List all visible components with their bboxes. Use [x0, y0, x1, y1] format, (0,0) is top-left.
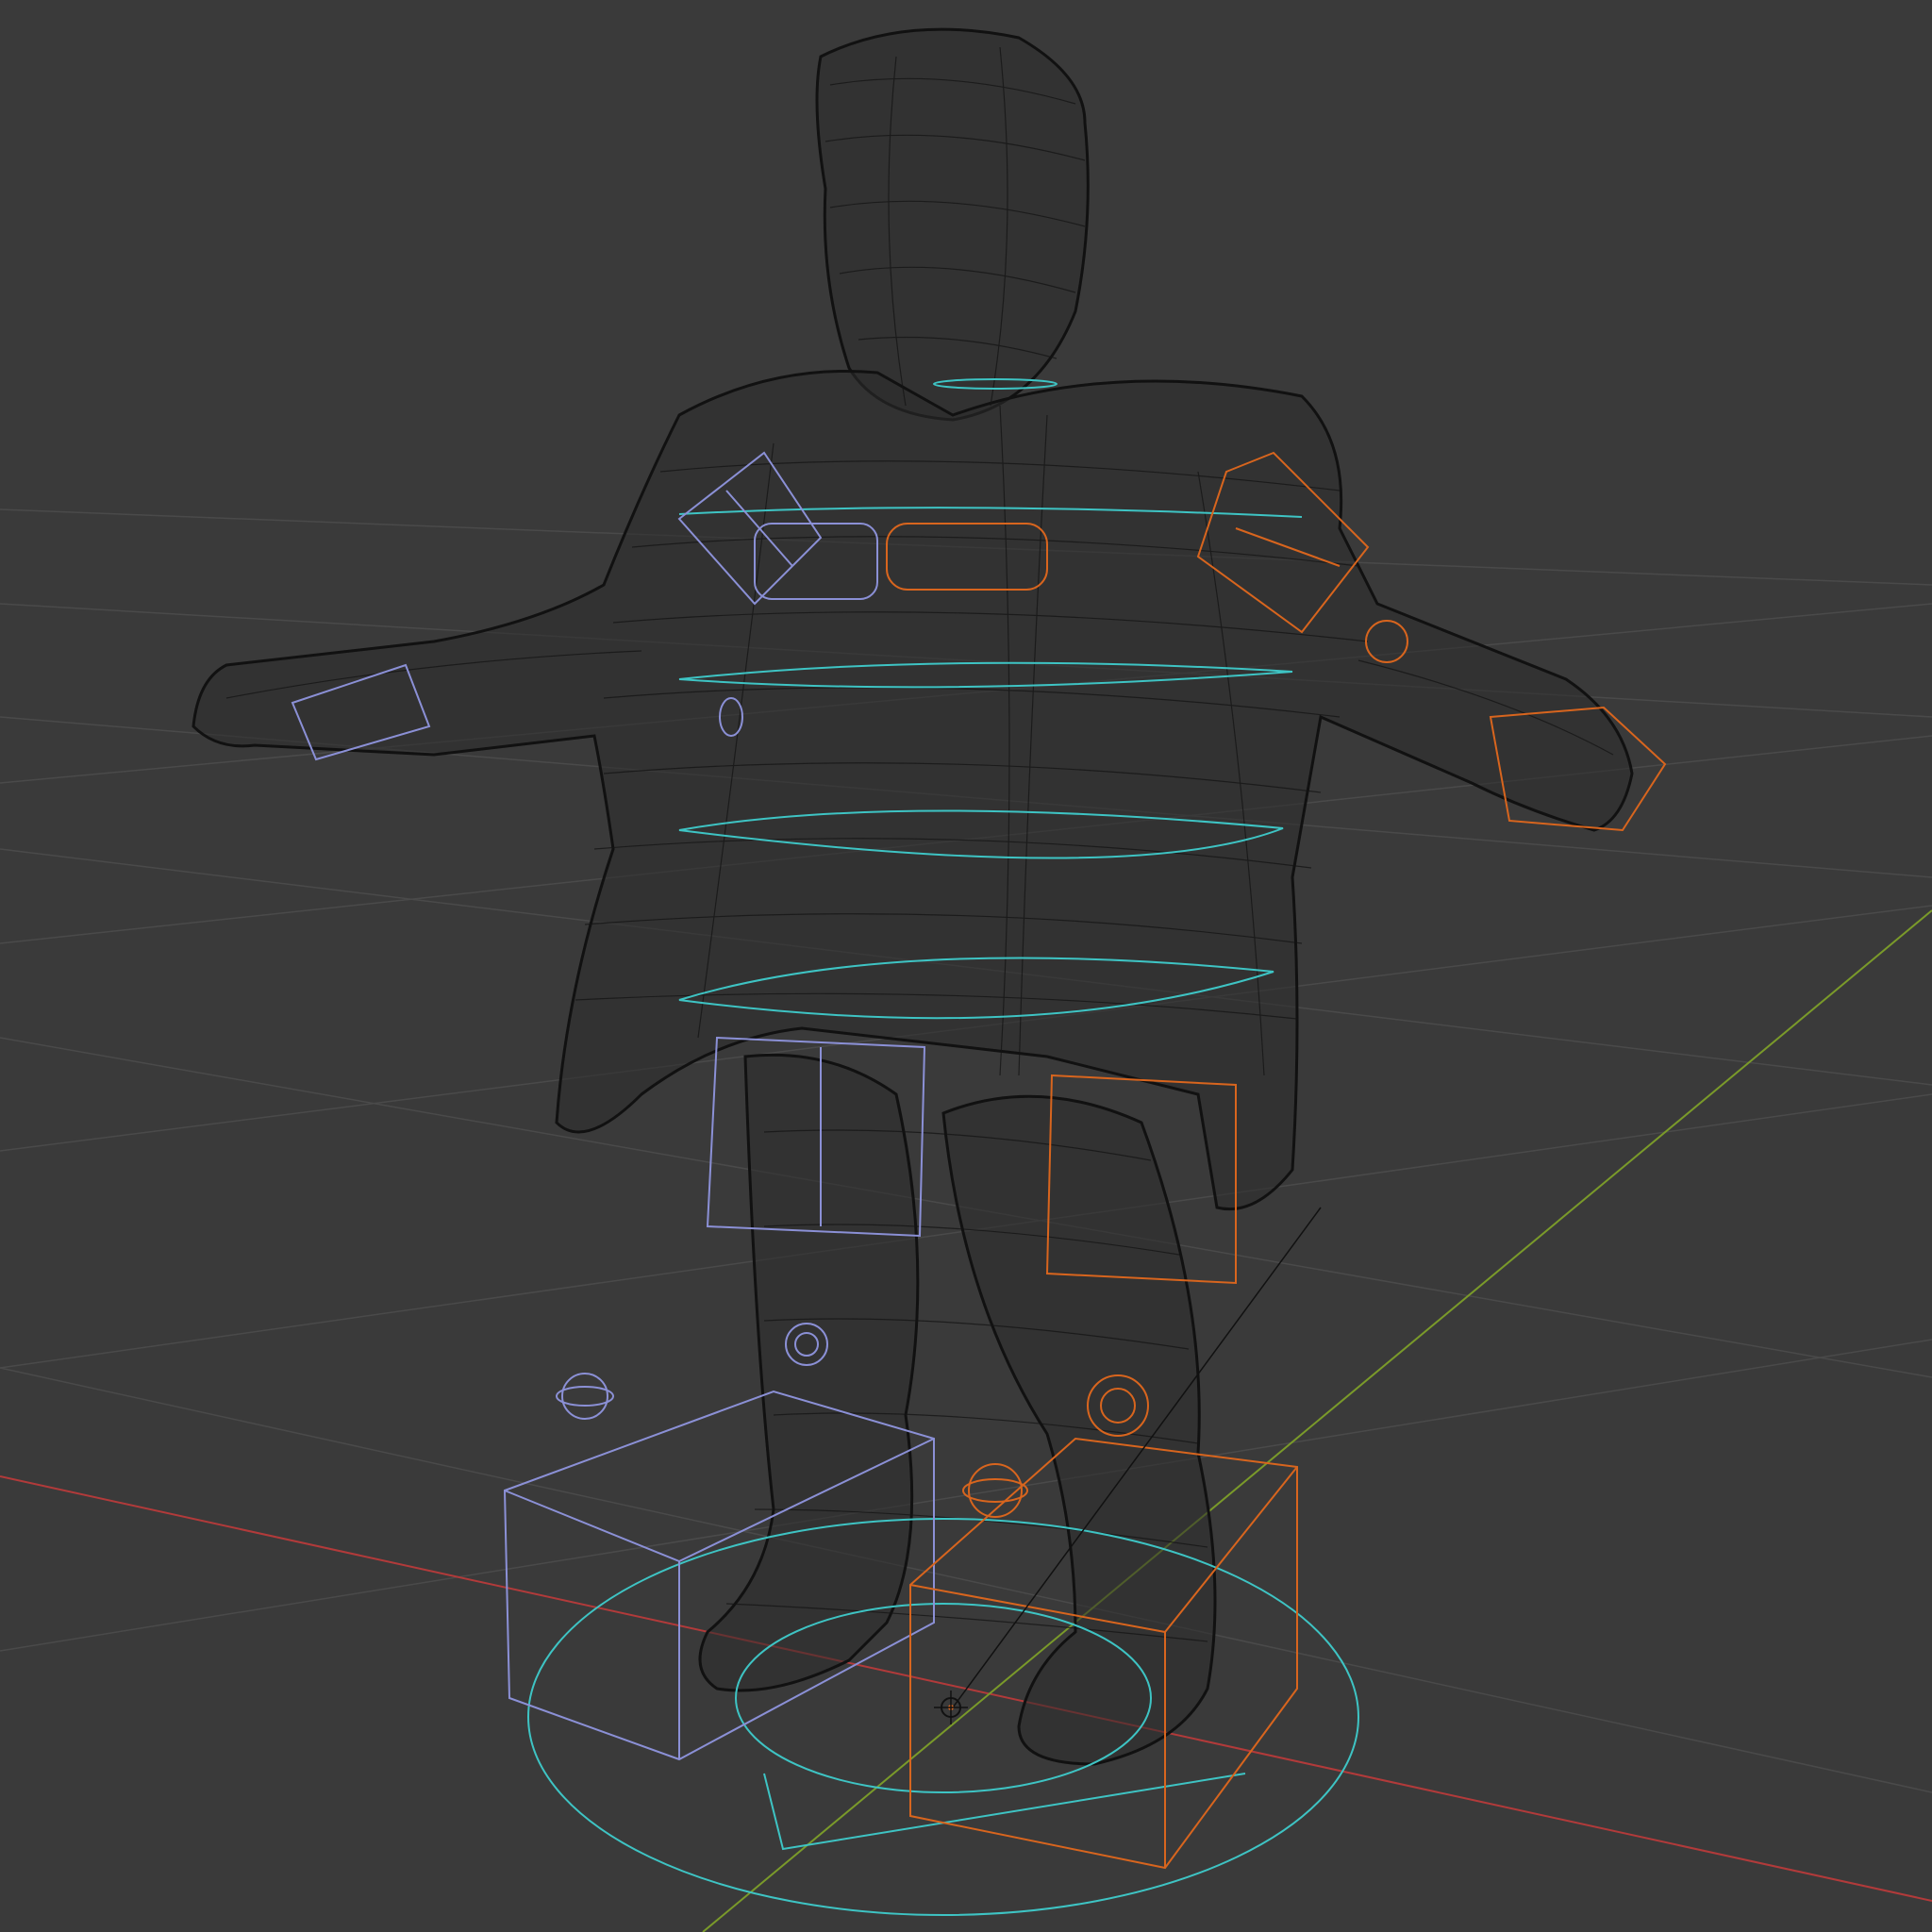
mesh-head: [815, 27, 1090, 422]
3d-viewport[interactable]: [0, 0, 1932, 1932]
